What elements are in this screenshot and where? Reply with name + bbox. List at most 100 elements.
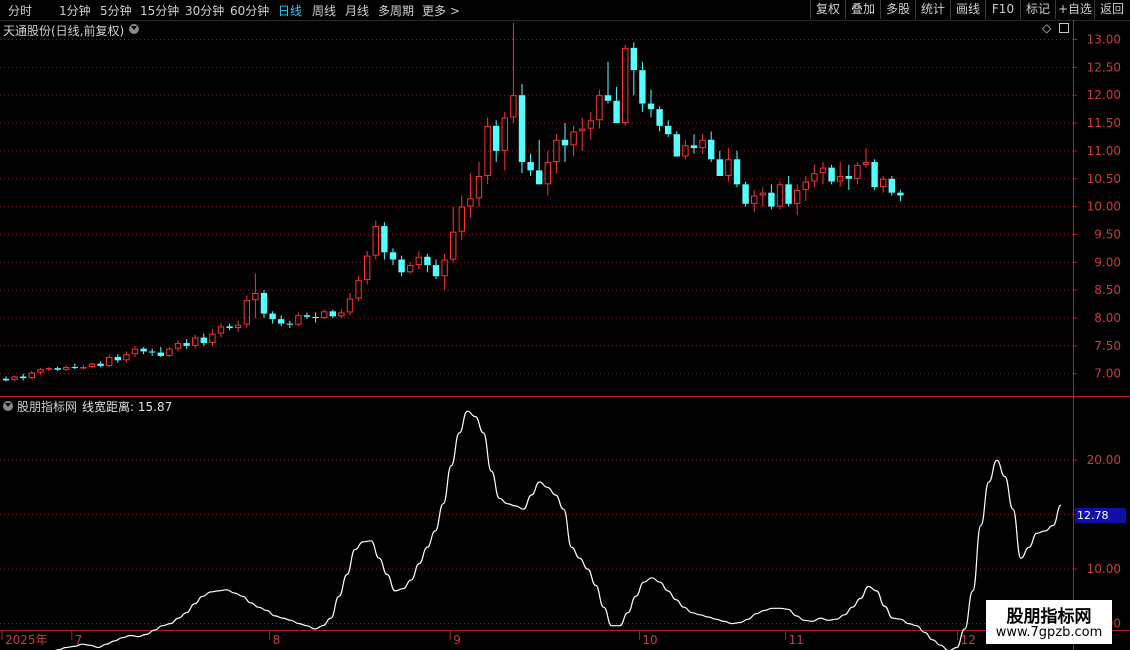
candle bbox=[794, 184, 801, 215]
candle-body bbox=[536, 170, 543, 185]
candle bbox=[579, 117, 586, 151]
chart-canvas[interactable]: 7.00 7.50 8.00 8.50 9.00 9.50 10.00 10.50 11.00 1… bbox=[0, 20, 1130, 650]
candle bbox=[381, 222, 388, 260]
candle bbox=[897, 189, 904, 202]
more-periods-button[interactable]: 更多 > bbox=[422, 2, 460, 19]
candle bbox=[278, 315, 285, 327]
candle bbox=[321, 309, 328, 320]
candle bbox=[776, 181, 784, 210]
candle bbox=[553, 134, 560, 174]
x-tick-label: 12 bbox=[961, 633, 976, 647]
candle bbox=[269, 311, 276, 324]
candle bbox=[166, 346, 173, 358]
price-tick-label: 8.50 bbox=[1094, 283, 1121, 297]
period-tab-monthly[interactable]: 月线 bbox=[345, 2, 369, 19]
candle bbox=[37, 368, 44, 375]
candle-body bbox=[312, 316, 319, 319]
candle-body bbox=[364, 255, 371, 281]
draw-line-button[interactable]: 画线 bbox=[950, 0, 985, 19]
chevron-down-icon[interactable] bbox=[3, 401, 13, 411]
candle bbox=[140, 346, 147, 355]
candle bbox=[398, 255, 405, 277]
adjust-button[interactable]: 复权 bbox=[810, 0, 845, 19]
chevron-down-icon[interactable] bbox=[129, 24, 139, 34]
overlay-button[interactable]: 叠加 bbox=[845, 0, 880, 19]
candle-body bbox=[278, 319, 285, 324]
candle bbox=[71, 363, 78, 370]
period-tab-daily[interactable]: 日线 bbox=[278, 2, 302, 19]
period-tab-weekly[interactable]: 周线 bbox=[312, 2, 336, 19]
candle-body bbox=[682, 145, 689, 157]
candle bbox=[209, 329, 216, 346]
candle bbox=[665, 120, 672, 137]
candle-body bbox=[123, 354, 130, 361]
candle-body bbox=[725, 159, 732, 176]
candle bbox=[312, 312, 319, 323]
candle-body bbox=[424, 256, 431, 266]
candle bbox=[888, 175, 895, 196]
candle-body bbox=[587, 120, 594, 129]
candle bbox=[355, 276, 362, 302]
main-chart-title: 天通股份(日线,前复权) bbox=[3, 24, 125, 38]
candle bbox=[819, 162, 827, 185]
candle bbox=[811, 164, 818, 188]
candle-body bbox=[673, 134, 680, 157]
candle bbox=[845, 164, 852, 190]
candle-body bbox=[733, 159, 741, 185]
x-tick-label: 10 bbox=[642, 633, 657, 647]
candle bbox=[527, 153, 534, 176]
candle bbox=[768, 184, 775, 210]
candle bbox=[11, 375, 18, 382]
candle-body bbox=[647, 103, 655, 110]
candle-body bbox=[407, 265, 414, 273]
candle-body bbox=[269, 313, 276, 320]
period-tab-1min[interactable]: 1分钟 bbox=[59, 2, 91, 19]
back-button[interactable]: 返回 bbox=[1094, 0, 1129, 19]
candle-body bbox=[106, 357, 113, 366]
f10-button[interactable]: F10 bbox=[985, 0, 1020, 19]
candle bbox=[613, 86, 620, 124]
candle bbox=[372, 220, 380, 260]
candle bbox=[338, 309, 345, 319]
candle-body bbox=[768, 192, 775, 207]
candle-body bbox=[888, 178, 895, 193]
watermark-url: www.7gpzb.com bbox=[995, 625, 1103, 640]
candle bbox=[88, 362, 96, 369]
statistics-button[interactable]: 统计 bbox=[915, 0, 950, 19]
panel-toggle-icon[interactable] bbox=[1059, 23, 1069, 33]
period-tab-15min[interactable]: 15分钟 bbox=[140, 2, 179, 19]
period-tab-60min[interactable]: 60分钟 bbox=[230, 2, 269, 19]
candle bbox=[630, 42, 637, 96]
candle bbox=[518, 84, 526, 174]
candle bbox=[493, 120, 500, 163]
period-tab-5min[interactable]: 5分钟 bbox=[100, 2, 132, 19]
candle-body bbox=[338, 312, 345, 317]
candle bbox=[622, 45, 629, 126]
candle-body bbox=[639, 70, 646, 104]
add-watchlist-button[interactable]: +自选 bbox=[1055, 0, 1094, 19]
candle bbox=[837, 162, 844, 188]
candle bbox=[587, 111, 594, 140]
x-tick-label: 2025年 bbox=[5, 633, 48, 647]
candle-body bbox=[295, 315, 302, 325]
mark-button[interactable]: 标记 bbox=[1020, 0, 1055, 19]
candle bbox=[467, 173, 474, 218]
period-tab-intraday[interactable]: 分时 bbox=[8, 2, 32, 19]
candle-body bbox=[252, 292, 259, 301]
diamond-icon[interactable]: ◇ bbox=[1042, 21, 1051, 35]
candle bbox=[106, 354, 113, 368]
candle bbox=[725, 148, 732, 182]
candle-body bbox=[63, 367, 70, 370]
candle bbox=[295, 312, 302, 327]
candle bbox=[415, 251, 423, 269]
candle-body bbox=[622, 47, 629, 124]
indicator-tick-label: 10.00 bbox=[1087, 562, 1121, 576]
candle-body bbox=[862, 162, 870, 165]
period-tab-multi[interactable]: 多周期 bbox=[378, 2, 414, 19]
period-tab-30min[interactable]: 30分钟 bbox=[185, 2, 224, 19]
multi-stock-button[interactable]: 多股 bbox=[880, 0, 915, 19]
candle bbox=[785, 175, 792, 207]
candle-body bbox=[493, 125, 500, 151]
candle-body bbox=[716, 159, 723, 176]
candle-body bbox=[854, 164, 861, 179]
